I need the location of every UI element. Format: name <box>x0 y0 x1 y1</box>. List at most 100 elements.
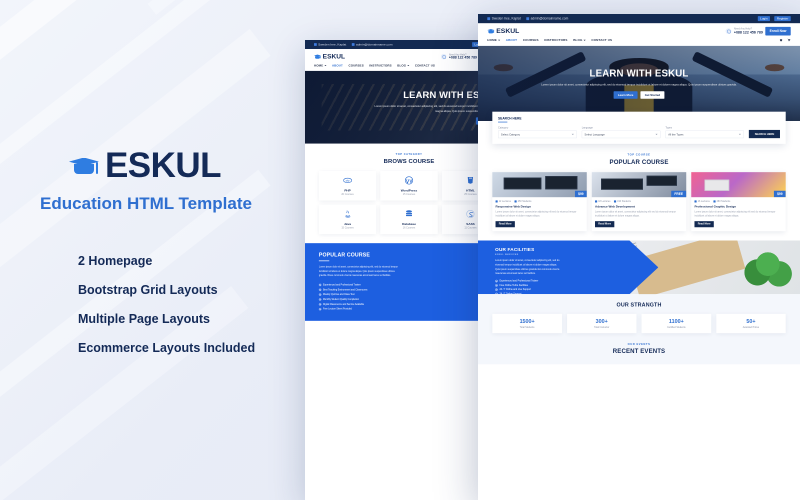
list-item: Free Lecture Sheet Provided <box>318 308 499 311</box>
strength-title: OUR STRANGTH <box>616 302 662 309</box>
category-card[interactable]: WordPress 15 Courses <box>380 171 438 201</box>
course-read-more-button[interactable]: Read More <box>595 221 615 228</box>
stat-label: Total Students <box>519 326 535 329</box>
menu-item-instructors[interactable]: INSTRUCTORS <box>544 38 567 42</box>
wordpress-icon <box>404 176 414 185</box>
check-icon <box>318 298 322 301</box>
menu-item-blog[interactable]: BLOG <box>397 64 410 67</box>
brand-lockup: ESKUL <box>14 146 276 186</box>
category-select[interactable]: Select Category <box>498 130 577 139</box>
category-name: Database <box>402 222 416 226</box>
stat-card: 300+ Total Instructor <box>566 313 637 334</box>
phone-icon <box>440 53 447 60</box>
hero-title: LEARN WITH ESKUL <box>589 68 689 79</box>
check-icon <box>318 293 322 296</box>
category-field: Category Select Category <box>498 127 577 139</box>
brows-title: BROWS COURSE <box>383 157 435 165</box>
category-name: WordPress <box>400 188 418 193</box>
stat-value: 1500+ <box>519 318 535 325</box>
course-price-badge: $99 <box>574 190 587 198</box>
facilities-subtitle: ESKUL SERVICES <box>495 253 519 256</box>
login-button[interactable]: Login <box>757 16 771 22</box>
category-count: 15 Courses <box>341 226 354 230</box>
category-count: 16 Courses <box>402 226 416 230</box>
search-card: SEARCH HERE Category Select Category Lan… <box>492 111 786 144</box>
menu-item-courses[interactable]: COURSES <box>348 64 363 67</box>
course-card[interactable]: FREE 18 Lectures 310 Students Advance We… <box>591 172 687 232</box>
category-card[interactable]: Java 15 Courses <box>318 204 377 235</box>
category-card[interactable]: php PHP 20 Courses <box>318 171 377 201</box>
course-lessons: 18 Lectures <box>595 200 610 203</box>
menu-item-about[interactable]: ABOUT <box>332 64 343 67</box>
course-thumbnail: FREE <box>591 172 687 198</box>
category-count: 20 Courses <box>341 193 354 196</box>
chevron-down-icon <box>497 39 501 41</box>
website-preview-primary: Sweden Iree, Kaplat admin@domainname.com… <box>478 14 800 365</box>
facilities-title: OUR FACILITIES <box>495 246 535 253</box>
feature-item: Ecommerce Layouts Included <box>78 340 256 355</box>
nav-brand[interactable]: ESKUL <box>314 53 345 61</box>
hero-get-started-button[interactable]: Get Started <box>640 91 665 99</box>
chevron-down-icon <box>571 133 574 135</box>
nav-contact: Need Any Help? +088 122 456 789 Enroll N… <box>725 26 791 36</box>
facilities-panel: OUR FACILITIES ESKUL SERVICES Lorem ipsu… <box>478 240 659 295</box>
menu-item-about[interactable]: ABOUT <box>506 38 517 42</box>
menu-item-blog[interactable]: BLOG <box>573 38 586 42</box>
menu-item-instructors[interactable]: INSTRUCTORS <box>369 64 391 67</box>
check-icon <box>318 288 322 292</box>
check-icon <box>495 284 498 287</box>
list-item: Monthly Student Quality Completion <box>318 298 499 301</box>
menu-item-courses[interactable]: COURSES <box>523 38 539 42</box>
chevron-down-icon <box>407 64 410 66</box>
feature-item: Multiple Page Layouts <box>78 311 210 326</box>
topbar-address: Sweden Iree, Kaplat <box>487 17 521 20</box>
course-card[interactable]: $99 12 Lectures 250 Students Responsive … <box>492 172 587 232</box>
main-menu: HOME ABOUT COURSES INSTRUCTORS BLOG CONT… <box>478 36 800 46</box>
heart-icon[interactable] <box>779 38 783 42</box>
brand-name: ESKUL <box>104 145 222 185</box>
chevron-down-icon <box>324 64 327 66</box>
stat-label: Certified Students <box>667 326 686 329</box>
types-field: Types All the Types <box>665 126 744 139</box>
stat-value: 300+ <box>595 318 608 325</box>
nav-brand[interactable]: ESKUL <box>487 27 519 35</box>
hero-primary: LEARN WITH ESKUL Lorem ipsum dolor sit a… <box>478 45 800 121</box>
topbar-email[interactable]: admin@domainname.com <box>526 17 568 20</box>
html-icon <box>467 177 474 184</box>
course-card[interactable]: $99 16 Lectures 280 Students Professiona… <box>691 172 786 232</box>
menu-item-home[interactable]: HOME <box>487 38 501 42</box>
category-card[interactable]: Database 16 Courses <box>380 204 438 235</box>
events-title: RECENT EVENTS <box>612 347 666 355</box>
language-field: Language Select Language <box>581 127 661 139</box>
list-item: Digital Classrooms and Service Available <box>318 303 499 306</box>
menu-item-contact[interactable]: CONTACT US <box>415 64 435 67</box>
topbar-email[interactable]: admin@domainname.com <box>351 43 392 46</box>
check-icon <box>495 279 498 283</box>
course-thumbnail: $99 <box>691 172 786 198</box>
cart-icon[interactable] <box>787 38 791 42</box>
navbar: ESKUL Need Any Help? +088 122 456 789 En… <box>478 23 800 37</box>
menu-item-contact[interactable]: CONTACT US <box>591 38 612 42</box>
list-item: Experienced and Professional Trainer <box>318 283 499 287</box>
hero-learn-more-button[interactable]: Learn More <box>613 91 638 99</box>
menu-item-home[interactable]: HOME <box>314 64 327 67</box>
field-label: Types <box>665 126 673 130</box>
brows-eyebrow: TOP CATEGORY <box>395 152 423 156</box>
book-icon <box>495 200 498 203</box>
chevron-down-icon <box>655 133 658 135</box>
stat-list: 1500+ Total Students 300+ Total Instruct… <box>492 313 786 334</box>
enroll-now-button[interactable]: Enroll Now <box>765 26 791 36</box>
popular-title: POPULAR COURSE <box>609 158 669 166</box>
register-button[interactable]: Register <box>774 16 791 22</box>
course-read-more-button[interactable]: Read More <box>495 221 515 228</box>
course-read-more-button[interactable]: Read More <box>694 221 714 228</box>
language-select[interactable]: Select Language <box>581 130 661 139</box>
stat-value: 50+ <box>746 318 756 325</box>
types-select[interactable]: All the Types <box>665 130 744 139</box>
check-icon <box>495 292 498 295</box>
facilities-section: OUR FACILITIES ESKUL SERVICES Lorem ipsu… <box>478 240 800 295</box>
check-icon <box>318 283 322 287</box>
category-grid: php PHP 20 Courses WordPress 15 Courses … <box>318 171 500 235</box>
user-icon <box>713 200 716 203</box>
search-button[interactable]: SEARCH HERE <box>748 129 780 139</box>
